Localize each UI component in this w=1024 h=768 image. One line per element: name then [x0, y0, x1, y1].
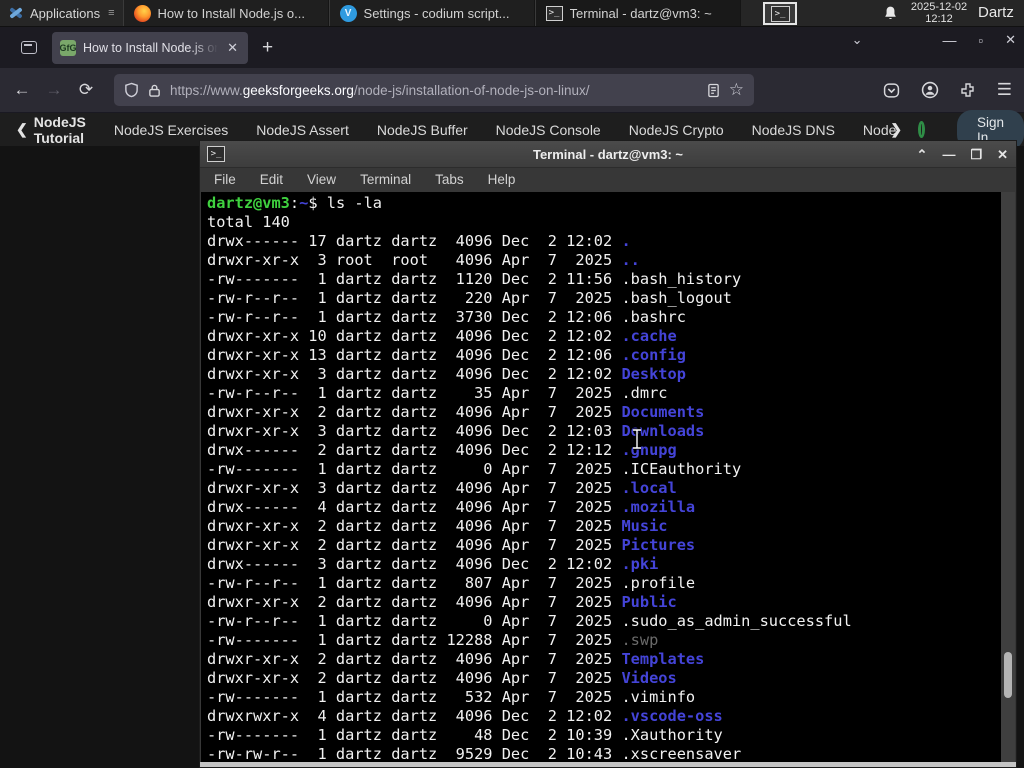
subnav-link[interactable]: NodeJS Buffer: [377, 122, 468, 138]
terminal-window: >_ Terminal - dartz@vm3: ~ ⌃ — ❒ ✕ File …: [199, 140, 1017, 768]
firefox-icon: [133, 4, 151, 22]
terminal-line: drwxr-xr-x 13 dartz dartz 4096 Dec 2 12:…: [207, 346, 686, 364]
shield-icon[interactable]: [124, 82, 139, 98]
taskbar-window-firefox[interactable]: How to Install Node.js o...: [122, 0, 329, 26]
taskbar-window-terminal[interactable]: >_ Terminal - dartz@vm3: ~: [534, 0, 741, 26]
url-bar[interactable]: https://www.geeksforgeeks.org/node-js/in…: [114, 74, 754, 106]
close-icon[interactable]: ✕: [997, 147, 1008, 163]
window-maximize-button[interactable]: ▫: [978, 33, 983, 48]
terminal-line: drwxr-xr-x 2 dartz dartz 4096 Apr 7 2025…: [207, 403, 705, 421]
terminal-line: -rw-r--r-- 1 dartz dartz 3730 Dec 2 12:0…: [207, 308, 686, 326]
rollup-icon[interactable]: ⌃: [917, 147, 928, 163]
terminal-line: drwxr-xr-x 2 dartz dartz 4096 Apr 7 2025…: [207, 669, 677, 687]
scrollbar-thumb[interactable]: [1004, 652, 1012, 698]
terminal-title: Terminal - dartz@vm3: ~: [532, 146, 684, 162]
subnav-link[interactable]: NodeJS Console: [496, 122, 601, 138]
applications-icon: [8, 5, 24, 21]
forward-icon[interactable]: →: [38, 80, 70, 100]
extensions-icon[interactable]: [960, 82, 976, 98]
menu-icon[interactable]: ☰: [997, 80, 1012, 100]
terminal-scrollbar[interactable]: [1001, 192, 1015, 762]
terminal-line: -rw------- 1 dartz dartz 1120 Dec 2 11:5…: [207, 270, 742, 288]
terminal-line: drwxr-xr-x 3 dartz dartz 4096 Apr 7 2025…: [207, 479, 677, 497]
terminal-line: drwxrwxr-x 4 dartz dartz 4096 Dec 2 12:0…: [207, 707, 723, 725]
chevron-right-icon[interactable]: ❯: [890, 121, 902, 138]
subnav-link[interactable]: NodeJS Exercises: [114, 122, 228, 138]
firefox-view-icon[interactable]: [14, 33, 44, 63]
terminal-line: -rw------- 1 dartz dartz 48 Dec 2 10:39 …: [207, 726, 723, 744]
reader-mode-icon[interactable]: [707, 83, 720, 98]
vscodium-icon: V: [339, 4, 357, 22]
url-text: https://www.geeksforgeeks.org/node-js/in…: [170, 82, 590, 98]
terminal-bottom-edge: [200, 762, 1016, 767]
terminal-line: drwxr-xr-x 2 dartz dartz 4096 Apr 7 2025…: [207, 517, 668, 535]
terminal-line: -rw-r--r-- 1 dartz dartz 35 Apr 7 2025 .…: [207, 384, 668, 402]
back-icon[interactable]: ←: [6, 80, 38, 100]
terminal-line: dartz@vm3:~$ ls -la: [207, 194, 383, 212]
panel-clock[interactable]: 2025-12-02 12:12: [908, 1, 970, 25]
pocket-icon[interactable]: [883, 82, 900, 99]
terminal-line: drwxr-xr-x 3 root root 4096 Apr 7 2025 .…: [207, 251, 640, 269]
terminal-line: drwx------ 17 dartz dartz 4096 Dec 2 12:…: [207, 232, 631, 250]
terminal-line: drwxr-xr-x 2 dartz dartz 4096 Apr 7 2025…: [207, 593, 677, 611]
menu-terminal[interactable]: Terminal: [348, 172, 423, 187]
subnav-back-link[interactable]: NodeJS Tutorial: [34, 114, 86, 146]
tab-title: How to Install Node.js on: [83, 40, 219, 55]
terminal-line: drwxr-xr-x 2 dartz dartz 4096 Apr 7 2025…: [207, 536, 696, 554]
terminal-titlebar[interactable]: >_ Terminal - dartz@vm3: ~ ⌃ — ❒ ✕: [200, 141, 1016, 168]
geeksforgeeks-favicon: GfG: [60, 39, 77, 56]
panel-user-name[interactable]: Dartz: [978, 4, 1014, 21]
account-icon[interactable]: [921, 81, 939, 99]
terminal-line: -rw------- 1 dartz dartz 0 Apr 7 2025 .I…: [207, 460, 742, 478]
terminal-line: drwx------ 3 dartz dartz 4096 Dec 2 12:0…: [207, 555, 659, 573]
terminal-line: -rw------- 1 dartz dartz 12288 Apr 7 202…: [207, 631, 659, 649]
minimize-icon[interactable]: —: [942, 147, 955, 162]
chevron-left-icon[interactable]: ❮: [16, 121, 28, 138]
list-tabs-chevron-icon[interactable]: ⌄: [852, 32, 863, 48]
search-icon[interactable]: [918, 121, 925, 138]
terminal-line: -rw------- 1 dartz dartz 532 Apr 7 2025 …: [207, 688, 696, 706]
window-close-button[interactable]: ✕: [1005, 32, 1016, 48]
new-tab-button[interactable]: +: [262, 37, 273, 59]
terminal-line: -rw-r--r-- 1 dartz dartz 807 Apr 7 2025 …: [207, 574, 696, 592]
tray-terminal-icon[interactable]: >_: [763, 2, 797, 25]
tab-close-icon[interactable]: ✕: [225, 40, 240, 56]
reload-icon[interactable]: ⟳: [70, 80, 102, 100]
menu-help[interactable]: Help: [476, 172, 528, 187]
bookmark-star-icon[interactable]: ☆: [729, 80, 744, 100]
menu-edit[interactable]: Edit: [248, 172, 295, 187]
terminal-menubar: File Edit View Terminal Tabs Help: [200, 168, 1016, 191]
terminal-line: total 140: [207, 213, 290, 231]
desktop-panel: Applications ≡ How to Install Node.js o.…: [0, 0, 1024, 27]
browser-tab[interactable]: GfG How to Install Node.js on ✕: [52, 31, 248, 64]
terminal-line: drwx------ 4 dartz dartz 4096 Apr 7 2025…: [207, 498, 696, 516]
terminal-line: drwxr-xr-x 3 dartz dartz 4096 Dec 2 12:0…: [207, 365, 686, 383]
terminal-line: -rw-rw-r-- 1 dartz dartz 9529 Dec 2 10:4…: [207, 745, 742, 762]
menu-lines-icon: ≡: [108, 7, 115, 19]
terminal-line: -rw-r--r-- 1 dartz dartz 0 Apr 7 2025 .s…: [207, 612, 852, 630]
terminal-line: drwx------ 2 dartz dartz 4096 Dec 2 12:1…: [207, 441, 677, 459]
menu-file[interactable]: File: [200, 172, 248, 187]
taskbar-window-vscodium[interactable]: V Settings - codium script...: [328, 0, 535, 26]
terminal-line: -rw-r--r-- 1 dartz dartz 220 Apr 7 2025 …: [207, 289, 732, 307]
terminal-icon: >_: [545, 5, 563, 21]
terminal-line: drwxr-xr-x 2 dartz dartz 4096 Apr 7 2025…: [207, 650, 705, 668]
notification-bell-icon[interactable]: [882, 5, 899, 22]
lock-icon[interactable]: [148, 83, 161, 98]
subnav-link[interactable]: NodeJS Assert: [256, 122, 349, 138]
menu-tabs[interactable]: Tabs: [423, 172, 476, 187]
window-minimize-button[interactable]: —: [942, 32, 956, 48]
applications-menu-button[interactable]: Applications ≡: [0, 0, 123, 26]
applications-label: Applications: [30, 5, 101, 21]
browser-toolbar: ← → ⟳ https://www.geeksforgeeks.org/node…: [0, 68, 1024, 113]
terminal-line: drwxr-xr-x 3 dartz dartz 4096 Dec 2 12:0…: [207, 422, 705, 440]
subnav-link[interactable]: NodeJS DNS: [752, 122, 835, 138]
maximize-icon[interactable]: ❒: [970, 147, 982, 163]
subnav-link[interactable]: NodeJS Crypto: [629, 122, 724, 138]
menu-view[interactable]: View: [295, 172, 348, 187]
terminal-output[interactable]: dartz@vm3:~$ ls -la total 140 drwx------ 1…: [201, 192, 1001, 762]
terminal-line: drwxr-xr-x 10 dartz dartz 4096 Dec 2 12:…: [207, 327, 677, 345]
